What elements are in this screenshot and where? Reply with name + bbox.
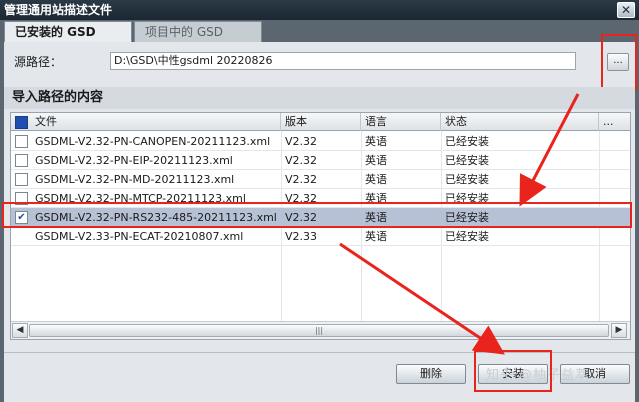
tab-installed-gsd[interactable]: 已安装的 GSD: [4, 21, 132, 42]
arrow-to-install: [339, 242, 505, 355]
annotation-arrows: [339, 93, 580, 355]
arrow-to-row: [519, 93, 580, 207]
content-panel: 源路径： D:\GSD\中性gsdml 20220826 ... 导入路径的内容…: [2, 34, 637, 402]
window-titlebar: 管理通用站描述文件 ✕: [0, 0, 639, 20]
close-button[interactable]: ✕: [617, 2, 635, 18]
tab-bar: 已安装的 GSD 项目中的 GSD: [0, 20, 639, 42]
tab-project-gsd[interactable]: 项目中的 GSD: [134, 21, 262, 42]
window-title: 管理通用站描述文件: [4, 3, 113, 17]
